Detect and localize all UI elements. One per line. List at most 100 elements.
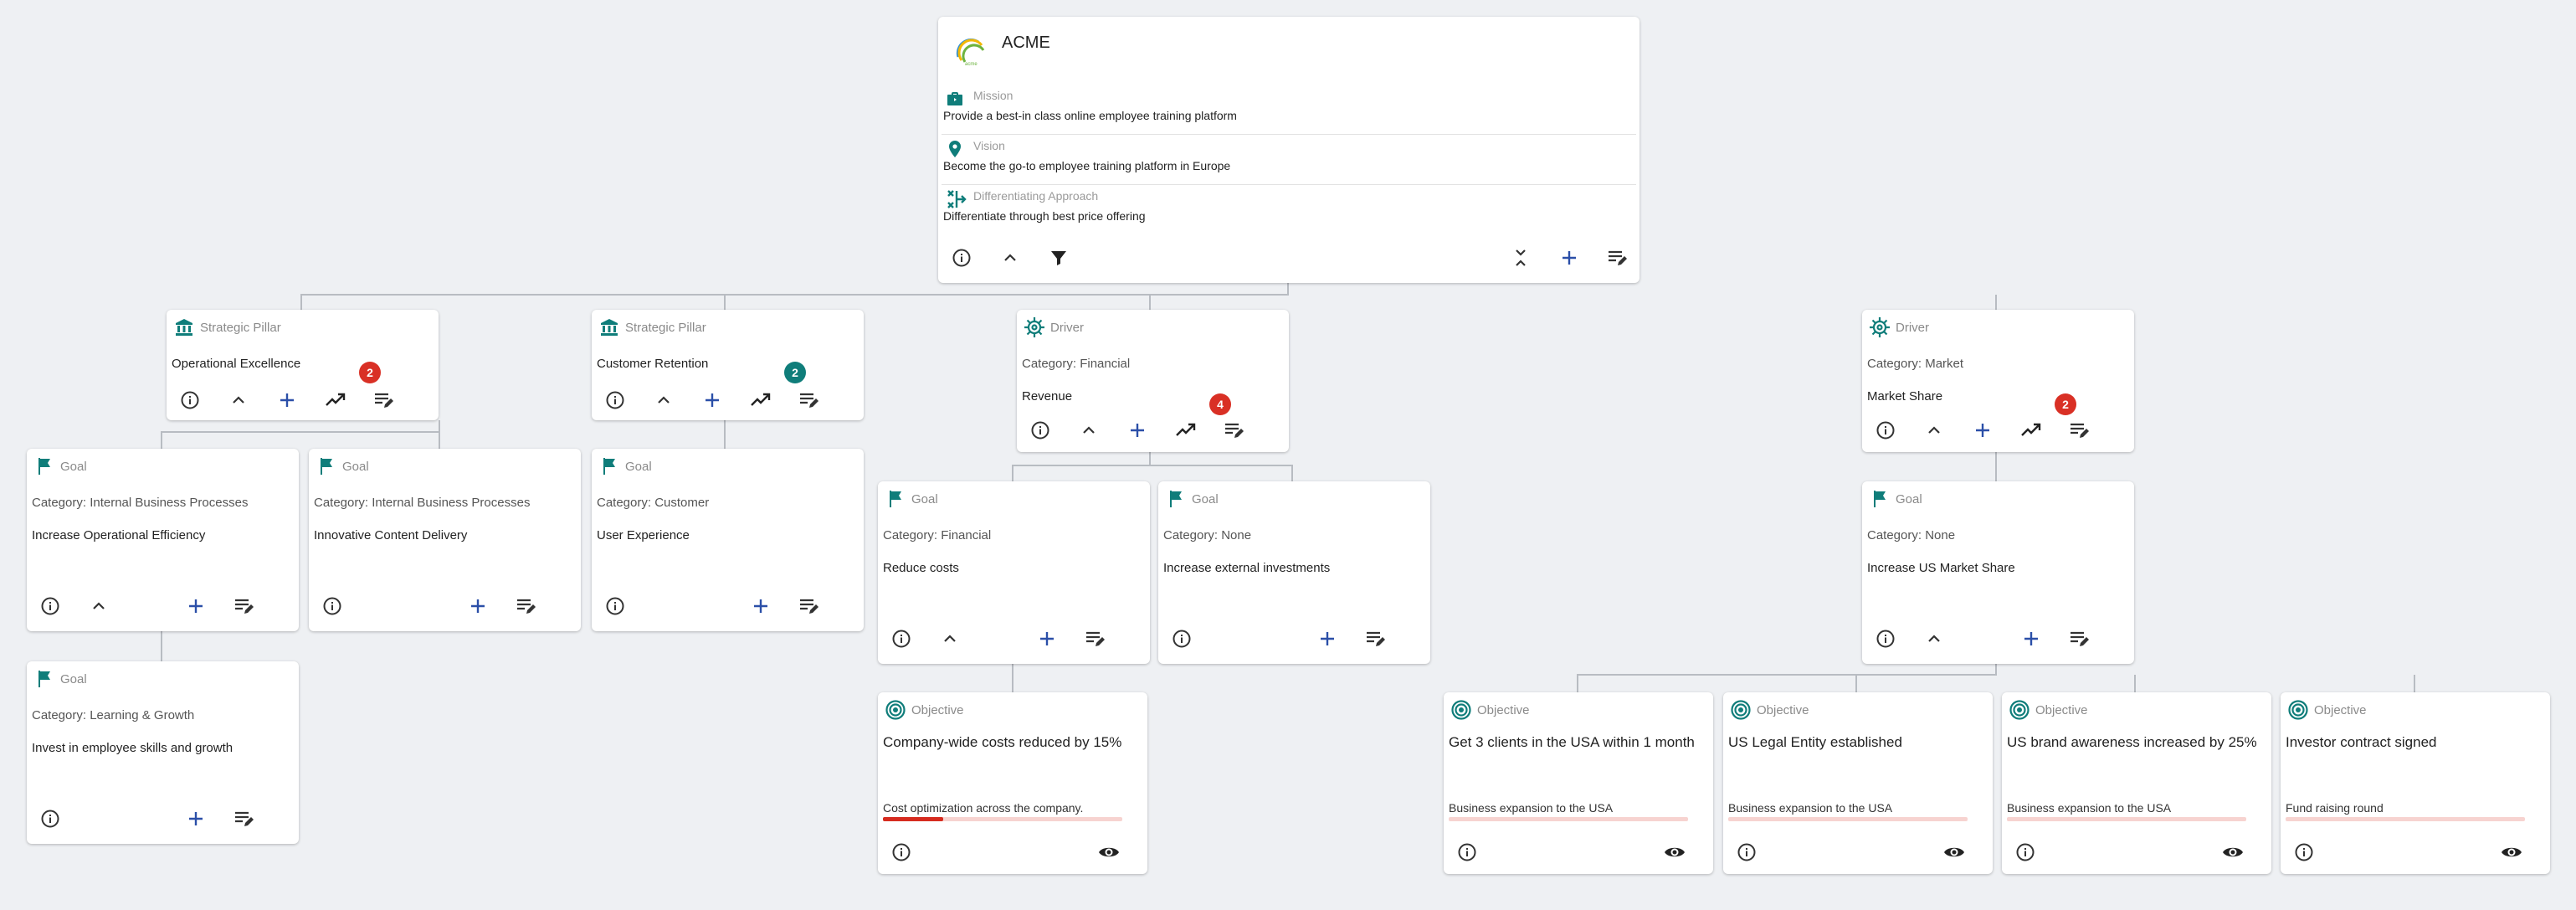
- edit-button[interactable]: [2063, 622, 2096, 656]
- add-button[interactable]: [1552, 241, 1586, 275]
- add-button[interactable]: [744, 589, 777, 623]
- edit-button[interactable]: [228, 802, 261, 835]
- add-button[interactable]: [461, 589, 495, 623]
- info-button[interactable]: [885, 835, 918, 869]
- info-button[interactable]: [1450, 835, 1484, 869]
- collapse-button[interactable]: [222, 383, 255, 417]
- eye-icon: [1664, 842, 1686, 862]
- objective-context: Business expansion to the USA: [2007, 801, 2172, 815]
- add-button[interactable]: [1030, 622, 1064, 656]
- node-type-label: Goal: [911, 491, 938, 506]
- info-button[interactable]: [945, 241, 978, 275]
- edit-button[interactable]: [1079, 622, 1112, 656]
- target-icon: [885, 699, 906, 721]
- strategic-pillar-card: Strategic Pillar Customer Retention 2: [592, 310, 864, 420]
- info-button[interactable]: [33, 802, 67, 835]
- collapse-button[interactable]: [1072, 414, 1106, 447]
- view-button[interactable]: [2216, 835, 2250, 869]
- edit-list-icon: [1609, 250, 1627, 265]
- plus-icon: [1037, 629, 1057, 649]
- info-button[interactable]: [33, 589, 67, 623]
- objective-context: Business expansion to the USA: [1449, 801, 1614, 815]
- eye-icon: [2501, 842, 2522, 862]
- card-header: Objective: [1730, 697, 1809, 722]
- filter-button[interactable]: [1042, 241, 1075, 275]
- svg-text:acme: acme: [965, 62, 978, 67]
- view-button[interactable]: [1092, 835, 1126, 869]
- info-button[interactable]: [598, 383, 632, 417]
- edit-button[interactable]: [510, 589, 543, 623]
- info-button[interactable]: [2287, 835, 2321, 869]
- mission-label: Mission: [973, 89, 1013, 102]
- collapse-button[interactable]: [1917, 622, 1951, 656]
- goal-card: Goal Category: Internal Business Processe…: [309, 449, 581, 631]
- card-header: Goal: [316, 454, 369, 479]
- objective-card: Objective Investor contract signed Fund ra…: [2281, 692, 2550, 874]
- collapse-button[interactable]: [82, 589, 115, 623]
- objective-card: Objective Company-wide costs reduced by 1…: [878, 692, 1147, 874]
- node-name: Revenue: [1022, 389, 1073, 404]
- add-button[interactable]: [179, 589, 213, 623]
- edit-button[interactable]: [793, 589, 826, 623]
- info-button[interactable]: [1024, 414, 1057, 447]
- plus-icon: [277, 390, 297, 410]
- chevron-up-icon: [228, 390, 249, 410]
- add-button[interactable]: [1966, 414, 1999, 447]
- edit-button[interactable]: [367, 383, 401, 417]
- view-button[interactable]: [1937, 835, 1971, 869]
- add-button[interactable]: [1311, 622, 1344, 656]
- add-button[interactable]: [695, 383, 729, 417]
- collapse-button[interactable]: [933, 622, 967, 656]
- info-button[interactable]: [1165, 622, 1198, 656]
- edit-list-icon: [798, 596, 820, 616]
- collapse-button[interactable]: [993, 241, 1027, 275]
- edit-button[interactable]: [1218, 414, 1251, 447]
- info-button[interactable]: [1730, 835, 1763, 869]
- add-button[interactable]: [2014, 622, 2048, 656]
- add-button[interactable]: [179, 802, 213, 835]
- eye-icon: [2222, 842, 2244, 862]
- mission-row: Mission Provide a best-in class online e…: [942, 85, 1636, 132]
- info-button[interactable]: [2009, 835, 2042, 869]
- node-name: User Experience: [597, 528, 690, 542]
- info-button[interactable]: [1869, 622, 1902, 656]
- edit-button[interactable]: [228, 589, 261, 623]
- progress-bar: [1449, 817, 1688, 821]
- add-button[interactable]: [1121, 414, 1154, 447]
- progress-bar: [2286, 817, 2525, 821]
- node-type-label: Strategic Pillar: [625, 320, 706, 335]
- info-button[interactable]: [173, 383, 207, 417]
- objective-name: US brand awareness increased by 25%: [2007, 734, 2257, 750]
- collapse-button[interactable]: [647, 383, 680, 417]
- count-badge: 4: [1209, 393, 1231, 415]
- edit-button[interactable]: [2063, 414, 2096, 447]
- card-header: Strategic Pillar: [173, 315, 281, 340]
- add-button[interactable]: [270, 383, 304, 417]
- info-icon: [891, 629, 911, 649]
- info-button[interactable]: [598, 589, 632, 623]
- collapse-all-button[interactable]: [1504, 241, 1537, 275]
- kpi-button[interactable]: [744, 383, 777, 417]
- node-name: Invest in employee skills and growth: [32, 741, 233, 755]
- kpi-button[interactable]: [2014, 414, 2048, 447]
- edit-button[interactable]: [1359, 622, 1393, 656]
- vision-label: Vision: [973, 139, 1005, 152]
- card-header: Goal: [33, 666, 87, 691]
- edit-button[interactable]: [1601, 241, 1634, 275]
- collapse-button[interactable]: [1917, 414, 1951, 447]
- chevron-up-icon: [940, 629, 960, 649]
- card-header: Goal: [1165, 486, 1219, 512]
- info-button[interactable]: [885, 622, 918, 656]
- kpi-button[interactable]: [319, 383, 352, 417]
- vision-text: Become the go-to employee training platf…: [943, 159, 1231, 172]
- view-button[interactable]: [1658, 835, 1691, 869]
- node-category: Category: None: [1867, 528, 1956, 542]
- chevron-up-icon: [654, 390, 674, 410]
- info-button[interactable]: [316, 589, 349, 623]
- info-button[interactable]: [1869, 414, 1902, 447]
- kpi-button[interactable]: [1169, 414, 1203, 447]
- view-button[interactable]: [2495, 835, 2528, 869]
- node-type-label: Objective: [911, 702, 964, 717]
- plus-icon: [186, 596, 206, 616]
- edit-button[interactable]: [793, 383, 826, 417]
